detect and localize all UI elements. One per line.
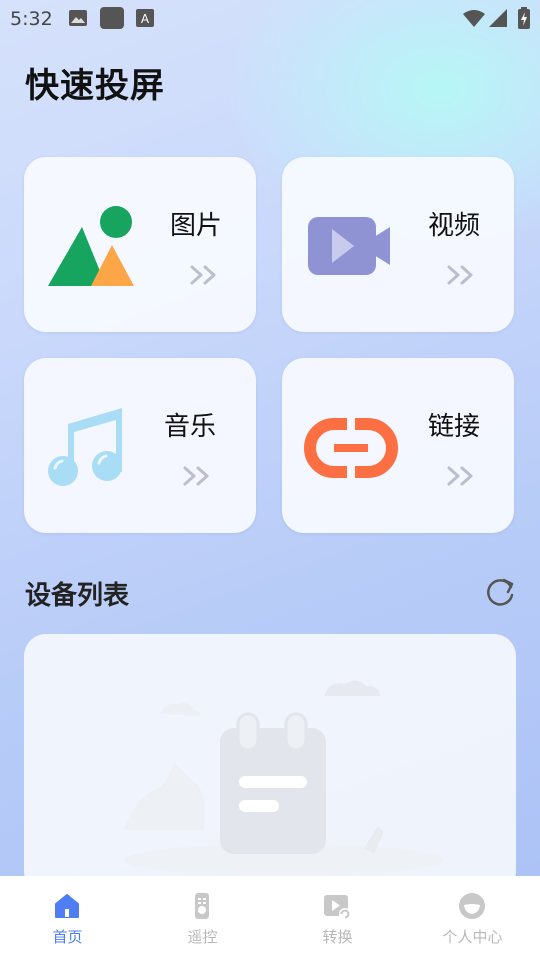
empty-list-illustration (124, 680, 444, 876)
home-screen: 5:32 A 快速投屏 图片 视频 音乐 链接 设备列表 首页 遥控 转换 个人… (0, 0, 540, 960)
device-list-panel (24, 634, 516, 894)
device-list-title: 设备列表 (25, 581, 130, 611)
battery-icon (518, 7, 530, 29)
link-card-label: 链接 (428, 412, 481, 442)
home-icon (55, 894, 79, 918)
double-chevron-right-icon (190, 265, 216, 285)
music-card[interactable]: 音乐 (24, 358, 256, 533)
status-bar: 5:32 A (0, 0, 540, 36)
tab-convert-label: 转换 (322, 928, 353, 946)
page-title: 快速投屏 (25, 66, 165, 106)
link-card[interactable]: 链接 (282, 358, 514, 533)
video-camera-icon (308, 217, 390, 275)
gallery-notification-icon (69, 10, 87, 26)
pictures-card[interactable]: 图片 (24, 157, 256, 332)
font-notification-icon: A (136, 9, 154, 27)
refresh-icon[interactable] (484, 576, 516, 608)
tab-home-label: 首页 (52, 928, 83, 946)
tab-remote[interactable]: 遥控 (135, 876, 270, 960)
pictures-icon (48, 206, 134, 286)
convert-icon (324, 895, 351, 920)
tab-remote-label: 遥控 (187, 928, 218, 946)
tab-profile-label: 个人中心 (442, 928, 503, 946)
status-time: 5:32 (10, 8, 53, 30)
music-note-icon (48, 408, 122, 486)
pictures-card-label: 图片 (170, 211, 223, 241)
music-card-label: 音乐 (164, 412, 217, 442)
double-chevron-right-icon (447, 265, 473, 285)
bottom-tab-bar: 首页 遥控 转换 个人中心 (0, 876, 540, 960)
profile-icon (459, 893, 485, 919)
tab-home[interactable]: 首页 (0, 876, 135, 960)
link-chain-icon (304, 418, 398, 478)
signal-icon (489, 9, 507, 27)
tab-convert[interactable]: 转换 (270, 876, 405, 960)
wifi-icon (463, 10, 485, 27)
video-card-label: 视频 (428, 211, 481, 241)
double-chevron-right-icon (447, 466, 473, 486)
tab-profile[interactable]: 个人中心 (405, 876, 540, 960)
remote-icon (195, 893, 209, 919)
double-chevron-right-icon (183, 466, 209, 486)
video-card[interactable]: 视频 (282, 157, 514, 332)
svg-text:A: A (141, 12, 150, 26)
app-notification-icon (100, 7, 124, 29)
